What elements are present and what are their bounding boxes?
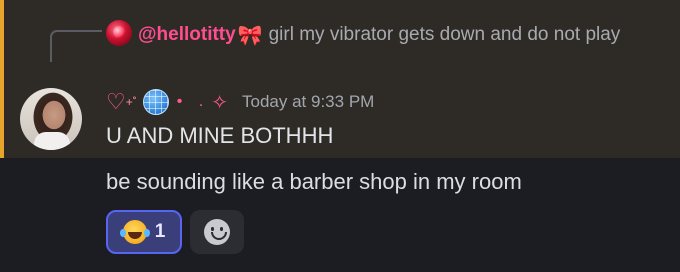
- reaction-joy[interactable]: 1: [106, 210, 182, 254]
- chat-view: @hellotitty 🎀 girl my vibrator gets down a…: [0, 0, 680, 272]
- small-plus-icon: +: [125, 95, 133, 109]
- add-reaction-button[interactable]: [190, 210, 244, 254]
- joy-emoji: [119, 220, 147, 244]
- avatar-shirt: [34, 132, 70, 150]
- message-line-2: be sounding like a barber shop in my roo…: [106, 169, 522, 194]
- message-timestamp[interactable]: Today at 9:33 PM: [242, 92, 374, 112]
- globe-emoji[interactable]: [142, 89, 169, 115]
- reply-preview[interactable]: @hellotitty 🎀 girl my vibrator gets down a…: [106, 20, 666, 49]
- message-header: ♡ + ˚ • . ✧ Today at 9:33 PM: [106, 88, 374, 116]
- mention-indicator-bar: [0, 0, 4, 158]
- reaction-count: 1: [154, 221, 166, 242]
- reply-avatar[interactable]: [106, 20, 132, 46]
- add-reaction-icon: [204, 219, 230, 245]
- reply-text: girl my vibrator gets down and do not pl…: [268, 24, 621, 45]
- bow-emoji: 🎀: [237, 25, 263, 47]
- sparkle-icon: ✧: [211, 91, 229, 114]
- heart-icon[interactable]: ♡: [106, 88, 126, 116]
- reply-connector: [50, 30, 102, 62]
- dots-decoration: • .: [176, 93, 210, 110]
- user-avatar[interactable]: [20, 88, 82, 150]
- message-line-1: U AND MINE BOTHHH: [106, 123, 334, 148]
- reply-username[interactable]: @hellotitty: [138, 24, 236, 45]
- small-sparkle-icon: ˚: [132, 95, 137, 109]
